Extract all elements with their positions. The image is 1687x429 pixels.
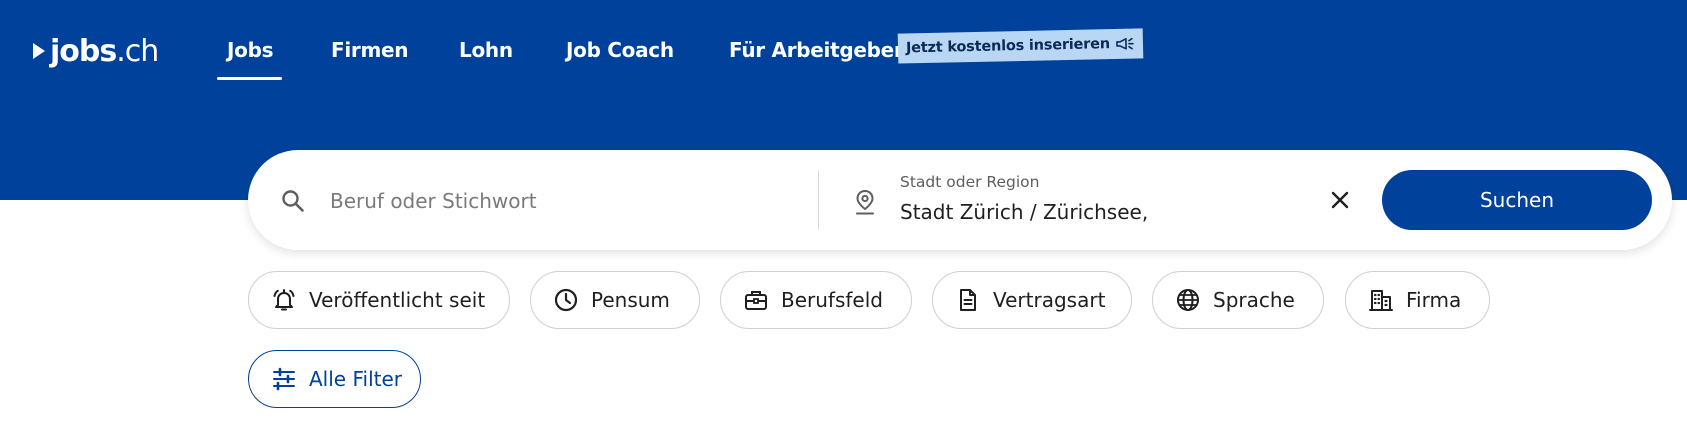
play-icon bbox=[33, 43, 45, 59]
promo-badge[interactable]: Jetzt kostenlos inserieren bbox=[897, 28, 1144, 64]
search-button[interactable]: Suchen bbox=[1382, 170, 1652, 230]
filter-label: Pensum bbox=[591, 288, 670, 312]
all-filters-label: Alle Filter bbox=[309, 367, 402, 391]
filter-veroeffentlicht-seit[interactable]: Veröffentlicht seit bbox=[248, 271, 510, 329]
search-bar: Stadt oder Region Suchen bbox=[248, 150, 1672, 250]
keyword-input[interactable] bbox=[328, 180, 812, 222]
location-label: Stadt oder Region bbox=[900, 173, 1040, 191]
filter-label: Sprache bbox=[1213, 288, 1295, 312]
nav-item-jobs[interactable]: Jobs bbox=[227, 38, 274, 62]
filter-firma[interactable]: Firma bbox=[1345, 271, 1490, 329]
filter-label: Vertragsart bbox=[993, 288, 1106, 312]
briefcase-icon bbox=[745, 291, 767, 310]
clear-location-button[interactable] bbox=[1323, 183, 1357, 217]
bell-icon bbox=[273, 289, 295, 311]
filter-label: Berufsfeld bbox=[781, 288, 883, 312]
filter-sprache[interactable]: Sprache bbox=[1152, 271, 1324, 329]
promo-label: Jetzt kostenlos inserieren bbox=[905, 36, 1111, 57]
nav-item-firmen[interactable]: Firmen bbox=[331, 38, 409, 62]
building-icon bbox=[1369, 290, 1393, 311]
search-divider bbox=[818, 170, 819, 230]
megaphone-icon bbox=[1116, 37, 1134, 50]
search-icon bbox=[282, 190, 304, 212]
nav-item-job-coach[interactable]: Job Coach bbox=[566, 38, 674, 62]
nav-active-indicator bbox=[217, 77, 282, 80]
clock-icon bbox=[554, 288, 578, 312]
filter-vertragsart[interactable]: Vertragsart bbox=[932, 271, 1132, 329]
globe-icon bbox=[1177, 289, 1199, 311]
filter-berufsfeld[interactable]: Berufsfeld bbox=[720, 271, 912, 329]
nav-item-fuer-arbeitgeber[interactable]: Für Arbeitgeber bbox=[729, 38, 904, 62]
jobs-ch-logo[interactable]: jobs.ch bbox=[32, 33, 159, 69]
sliders-icon bbox=[273, 367, 295, 391]
close-icon bbox=[1331, 191, 1349, 209]
filter-label: Firma bbox=[1406, 288, 1462, 312]
filter-pensum[interactable]: Pensum bbox=[530, 271, 700, 329]
nav-item-lohn[interactable]: Lohn bbox=[459, 38, 513, 62]
logo-text: jobs.ch bbox=[50, 33, 159, 69]
filter-label: Veröffentlicht seit bbox=[309, 288, 486, 312]
location-pin-icon bbox=[856, 189, 874, 215]
document-icon bbox=[960, 289, 976, 311]
all-filters-button[interactable]: Alle Filter bbox=[248, 350, 421, 408]
location-input[interactable] bbox=[900, 196, 1320, 228]
